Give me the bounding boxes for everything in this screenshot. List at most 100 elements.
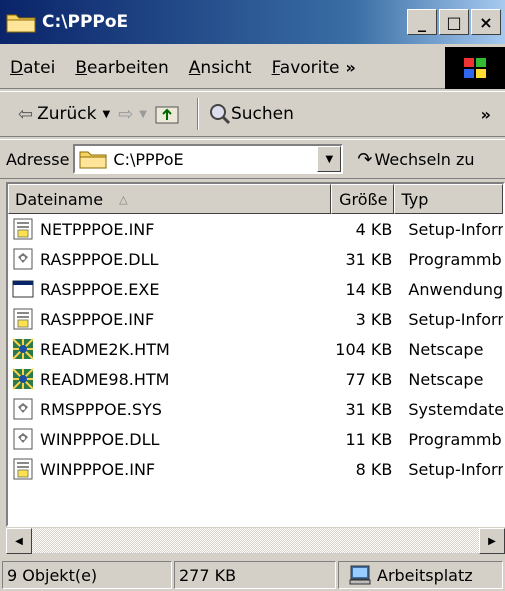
status-zone: Arbeitsplatz	[338, 561, 503, 589]
file-row[interactable]: README98.HTM 77 KB Netscape	[8, 364, 503, 394]
scroll-track[interactable]	[32, 528, 479, 553]
file-size: 14 KB	[345, 279, 393, 299]
status-total-size: 277 KB	[174, 561, 336, 589]
menu-bearbeiten[interactable]: Bearbeiten	[65, 58, 178, 78]
chevron-down-icon[interactable]: ▼	[102, 109, 110, 120]
menu-bar: Datei Bearbeiten Ansicht Favorite »	[0, 47, 505, 89]
file-type: Systemdatei	[408, 399, 503, 419]
window-title: C:\PPPoE	[42, 12, 129, 32]
system-file-icon	[12, 248, 34, 270]
menu-overflow-button[interactable]: »	[346, 58, 356, 77]
file-name-cell: WINPPPOE.INF	[8, 458, 331, 480]
address-label: Adresse	[6, 149, 70, 169]
file-type: Setup-Informationen	[408, 459, 503, 479]
file-name-cell: RMSPPPOE.SYS	[8, 398, 331, 420]
back-arrow-icon: ⇦	[18, 103, 34, 125]
file-name: RASPPPOE.EXE	[40, 279, 160, 299]
column-header-row: Dateiname △ Größe Typ	[8, 184, 503, 214]
file-name: WINPPPOE.DLL	[40, 429, 160, 449]
file-row[interactable]: RASPPPOE.DLL 31 KB Programmbibliothek	[8, 244, 503, 274]
netscape-document-icon	[12, 368, 34, 390]
column-header-type[interactable]: Typ	[394, 184, 503, 214]
file-name-cell: RASPPPOE.INF	[8, 308, 331, 330]
menu-favoriten[interactable]: Favorite	[262, 58, 350, 78]
file-row[interactable]: NETPPPOE.INF 4 KB Setup-Informationen	[8, 214, 503, 244]
file-list[interactable]: Dateiname △ Größe Typ NETPPPOE.INF 4 KB Se…	[6, 182, 505, 527]
back-button[interactable]: ⇦ Zurück ▼	[18, 104, 110, 125]
forward-arrow-icon: ⇨	[118, 103, 134, 125]
file-size: 104 KB	[335, 339, 393, 359]
toolbar-separator	[196, 98, 199, 130]
menu-datei[interactable]: Datei	[0, 58, 65, 78]
file-name: RMSPPPOE.SYS	[40, 399, 162, 419]
sort-ascending-icon: △	[119, 192, 128, 206]
file-type: Programmbibliothek	[408, 429, 503, 449]
system-file-icon	[12, 398, 34, 420]
file-row[interactable]: RASPPPOE.EXE 14 KB Anwendung	[8, 274, 503, 304]
netscape-document-icon	[12, 338, 34, 360]
up-folder-button[interactable]	[155, 104, 179, 124]
scroll-right-button[interactable]: ▶	[479, 528, 505, 554]
file-type: Anwendung	[408, 279, 503, 299]
file-size: 4 KB	[355, 219, 393, 239]
file-row[interactable]: WINPPPOE.DLL 11 KB Programmbibliothek	[8, 424, 503, 454]
address-input[interactable]: C:\PPPoE ▼	[73, 144, 344, 174]
file-size: 31 KB	[345, 249, 393, 269]
forward-button[interactable]: ⇨ ▼	[118, 104, 147, 125]
title-bar: C:\PPPoE _ □ ×	[0, 0, 505, 44]
chevron-down-icon[interactable]: ▼	[139, 109, 147, 120]
menu-ansicht[interactable]: Ansicht	[179, 58, 262, 78]
maximize-button[interactable]: □	[439, 9, 469, 35]
search-icon	[209, 104, 231, 125]
folder-icon	[79, 151, 107, 169]
search-button[interactable]: Suchen	[209, 103, 294, 125]
setup-file-icon	[12, 308, 34, 330]
file-size: 77 KB	[345, 369, 393, 389]
windows-logo-icon	[445, 47, 505, 89]
file-size: 3 KB	[355, 309, 393, 329]
go-button[interactable]: ↷ Wechseln zu	[357, 149, 474, 170]
horizontal-scrollbar[interactable]: ◀ ▶	[6, 527, 505, 554]
address-bar: Adresse C:\PPPoE ▼ ↷ Wechseln zu	[0, 139, 505, 179]
file-size: 8 KB	[355, 459, 393, 479]
file-type: Netscape	[408, 339, 484, 359]
file-type: Programmbibliothek	[408, 249, 503, 269]
file-row[interactable]: RMSPPPOE.SYS 31 KB Systemdatei	[8, 394, 503, 424]
minimize-button[interactable]: _	[407, 9, 437, 35]
computer-icon	[349, 565, 371, 585]
file-size: 31 KB	[345, 399, 393, 419]
file-type: Netscape	[408, 369, 484, 389]
file-row[interactable]: WINPPPOE.INF 8 KB Setup-Informationen	[8, 454, 503, 484]
toolbar-overflow-button[interactable]: »	[481, 105, 491, 124]
up-folder-icon	[155, 106, 179, 124]
status-bar: 9 Objekt(e) 277 KB Arbeitsplatz	[0, 559, 505, 591]
file-row[interactable]: RASPPPOE.INF 3 KB Setup-Informationen	[8, 304, 503, 334]
file-name: README2K.HTM	[40, 339, 170, 359]
file-name-cell: WINPPPOE.DLL	[8, 428, 331, 450]
file-name-cell: RASPPPOE.DLL	[8, 248, 331, 270]
setup-file-icon	[12, 458, 34, 480]
file-name: NETPPPOE.INF	[40, 219, 155, 239]
file-name: WINPPPOE.INF	[40, 459, 156, 479]
file-row[interactable]: README2K.HTM 104 KB Netscape	[8, 334, 503, 364]
file-name-cell: README98.HTM	[8, 368, 331, 390]
address-dropdown-button[interactable]: ▼	[317, 146, 342, 172]
file-name-cell: NETPPPOE.INF	[8, 218, 331, 240]
file-name: README98.HTM	[40, 369, 170, 389]
status-object-count: 9 Objekt(e)	[2, 561, 172, 589]
file-name: RASPPPOE.INF	[40, 309, 155, 329]
setup-file-icon	[12, 218, 34, 240]
column-header-name[interactable]: Dateiname △	[8, 184, 332, 214]
file-name: RASPPPOE.DLL	[40, 249, 159, 269]
go-arrow-icon: ↷	[357, 148, 373, 170]
close-button[interactable]: ×	[471, 9, 501, 35]
application-icon	[12, 278, 34, 300]
file-name-cell: RASPPPOE.EXE	[8, 278, 331, 300]
scroll-left-button[interactable]: ◀	[6, 528, 32, 554]
file-name-cell: README2K.HTM	[8, 338, 331, 360]
file-type: Setup-Informationen	[408, 219, 503, 239]
folder-icon	[6, 11, 36, 33]
file-type: Setup-Informationen	[408, 309, 503, 329]
column-header-size[interactable]: Größe	[331, 184, 395, 214]
system-file-icon	[12, 428, 34, 450]
